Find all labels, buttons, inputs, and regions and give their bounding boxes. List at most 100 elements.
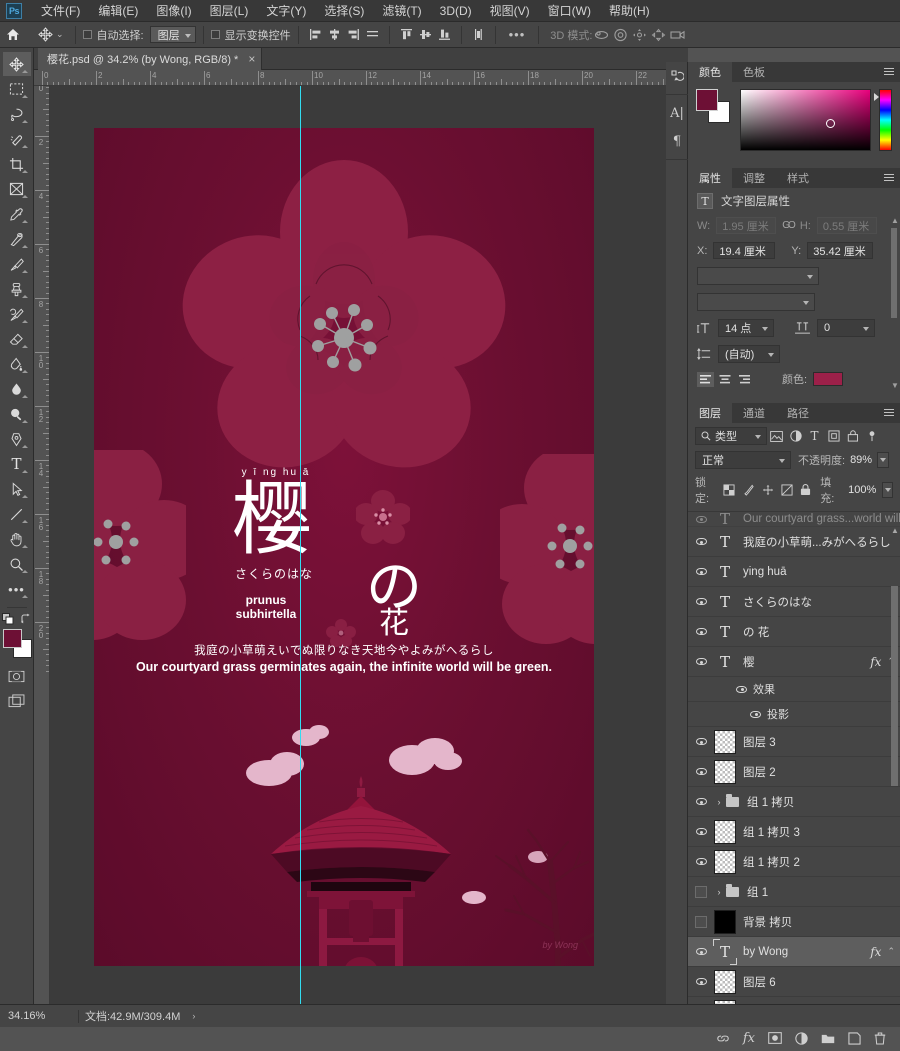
document-tab[interactable]: 樱花.psd @ 34.2% (by Wong, RGB/8) * × (38, 48, 263, 70)
layer-name[interactable]: 图层 2 (743, 764, 900, 780)
pan-3d-icon[interactable] (630, 25, 649, 44)
layer-visibility-toggle[interactable] (688, 658, 714, 665)
tab-properties[interactable]: 属性 (688, 168, 732, 188)
layer-name[interactable]: 樱 (743, 654, 870, 670)
history-brush-tool[interactable] (3, 302, 31, 326)
layer-visibility-toggle[interactable] (688, 978, 714, 985)
horizontal-ruler[interactable]: 0 2 4 6 8 10 12 14 16 18 20 22 (34, 70, 688, 86)
align-center-vertical-icon[interactable] (416, 25, 435, 44)
leading-select[interactable]: (自动) (718, 345, 780, 363)
zoom-tool[interactable] (3, 552, 31, 576)
frame-tool[interactable] (3, 177, 31, 201)
layer-row[interactable]: 图层 2 (688, 757, 900, 787)
marquee-tool[interactable] (3, 77, 31, 101)
layer-visibility-toggle[interactable] (688, 628, 714, 635)
adjustment-layer-button[interactable] (795, 1031, 808, 1045)
opacity-stepper[interactable] (877, 452, 890, 468)
lasso-tool[interactable] (3, 102, 31, 126)
layer-name[interactable]: 组 1 拷贝 (747, 794, 900, 810)
menu-file[interactable]: 文件(F) (32, 0, 89, 22)
filter-adjustment-icon[interactable] (786, 427, 805, 445)
layer-visibility-toggle[interactable] (688, 948, 714, 955)
swap-colors-icon[interactable] (20, 613, 32, 625)
healing-brush-tool[interactable] (3, 227, 31, 251)
dodge-tool[interactable] (3, 402, 31, 426)
layer-name[interactable]: さくらのはな (743, 594, 900, 610)
tab-color[interactable]: 颜色 (688, 62, 732, 82)
tab-styles[interactable]: 样式 (776, 168, 820, 188)
hue-strip[interactable] (874, 89, 892, 151)
layer-row[interactable]: T樱fx⌃ (688, 647, 900, 677)
align-text-right-icon[interactable] (735, 372, 752, 387)
layer-name[interactable]: ying huā (743, 566, 900, 578)
color-field[interactable] (740, 89, 871, 151)
menu-3d[interactable]: 3D(D) (431, 0, 481, 22)
layer-row[interactable]: Tby Wong fx ⌃ (688, 937, 900, 967)
scroll-down-icon[interactable]: ▼ (891, 381, 899, 390)
layer-row[interactable]: 组 1 拷贝 2 (688, 847, 900, 877)
lock-transparent-pixels-icon[interactable] (723, 483, 736, 498)
eye-icon[interactable] (750, 710, 761, 718)
menu-edit[interactable]: 编辑(E) (89, 0, 147, 22)
menu-view[interactable]: 视图(V) (481, 0, 539, 22)
layer-visibility-empty[interactable] (695, 915, 707, 928)
blur-tool[interactable] (3, 377, 31, 401)
zoom-level[interactable]: 34.16% (0, 1010, 72, 1022)
current-tool-move[interactable]: ⌄ (30, 27, 68, 42)
chevron-down-icon[interactable]: ⌄ (56, 29, 64, 40)
layer-list[interactable]: T Our courtyard grass...world will b T 我庭の小… (688, 512, 900, 1025)
clone-stamp-tool[interactable] (3, 277, 31, 301)
status-expand-icon[interactable]: › (192, 1011, 195, 1021)
move-tool[interactable] (2, 52, 31, 76)
font-style-select[interactable] (697, 293, 815, 311)
history-panel-icon[interactable] (666, 62, 688, 90)
layer-visibility-toggle[interactable] (688, 768, 714, 775)
distribute-horizontal-icon[interactable] (363, 25, 382, 44)
layer-name[interactable]: 组 1 拷贝 3 (743, 824, 900, 840)
new-layer-button[interactable] (848, 1031, 861, 1045)
home-icon[interactable] (0, 28, 26, 41)
layer-effect-item[interactable]: 投影 (688, 702, 900, 727)
hand-tool[interactable] (3, 527, 31, 551)
group-expand-icon[interactable]: › (714, 797, 724, 807)
menu-type[interactable]: 文字(Y) (257, 0, 315, 22)
align-bottom-icon[interactable] (435, 25, 454, 44)
layer-row[interactable]: › 组 1 (688, 877, 900, 907)
layer-visibility-toggle[interactable] (688, 915, 714, 928)
new-group-button[interactable] (821, 1033, 835, 1044)
scrollbar-thumb[interactable] (891, 586, 898, 786)
filter-type-icon[interactable]: T (805, 427, 824, 445)
layer-row[interactable]: › 组 1 拷贝 (688, 787, 900, 817)
artboard[interactable]: y ī ng hu ā 樱 さくらのはな prunus subhirtella … (94, 128, 594, 966)
quick-selection-tool[interactable] (3, 127, 31, 151)
fill-value[interactable]: 100% (848, 484, 876, 496)
tab-channels[interactable]: 通道 (732, 403, 776, 423)
layer-effects-group[interactable]: 效果 (688, 677, 900, 702)
layer-visibility-toggle[interactable] (688, 598, 714, 605)
layer-name[interactable]: 组 1 拷贝 2 (743, 854, 900, 870)
layers-scrollbar[interactable]: ▲ ▼ (890, 526, 899, 1022)
align-top-icon[interactable] (397, 25, 416, 44)
lock-all-icon[interactable] (799, 483, 812, 498)
layer-name[interactable]: 我庭の小草萌...みがへるらし (743, 534, 900, 550)
layer-effects-icon[interactable]: fx (870, 945, 887, 959)
layer-effects-icon[interactable]: fx (870, 655, 887, 669)
layer-row[interactable]: T Our courtyard grass...world will b (688, 512, 900, 527)
panel-menu-icon[interactable] (884, 68, 894, 76)
show-transform-checkbox[interactable] (210, 30, 220, 39)
scroll-up-icon[interactable]: ▲ (891, 216, 899, 225)
tab-layers[interactable]: 图层 (688, 403, 732, 423)
layer-name[interactable]: 图层 6 (743, 974, 900, 990)
scroll-up-icon[interactable]: ▲ (891, 526, 899, 535)
camera-3d-icon[interactable] (668, 25, 687, 44)
text-color-chip[interactable] (813, 372, 844, 386)
scrollbar-thumb[interactable] (891, 228, 897, 318)
menu-select[interactable]: 选择(S) (315, 0, 373, 22)
fill-stepper[interactable] (882, 482, 893, 498)
layer-row[interactable]: Tying huā (688, 557, 900, 587)
pen-tool[interactable] (3, 427, 31, 451)
layer-visibility-toggle[interactable] (688, 515, 714, 523)
menu-help[interactable]: 帮助(H) (600, 0, 659, 22)
lock-position-icon[interactable] (761, 483, 774, 498)
filter-pixel-icon[interactable] (767, 427, 786, 445)
